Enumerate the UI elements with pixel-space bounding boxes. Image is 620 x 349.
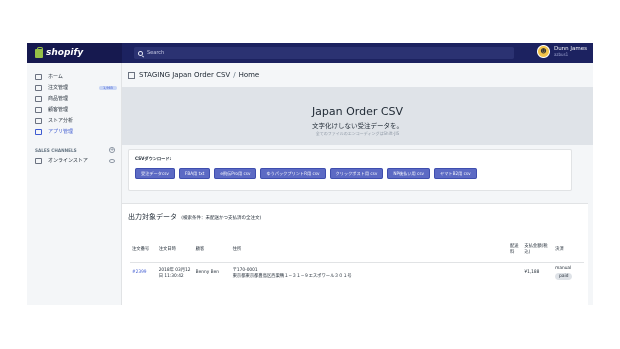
eye-icon[interactable] — [109, 158, 115, 163]
breadcrumb-current: Home — [238, 71, 260, 79]
avatar: ☻ — [536, 45, 550, 58]
orders-icon — [35, 84, 42, 91]
search-input[interactable]: Search — [134, 47, 514, 59]
csv-np-button[interactable]: NP後払い用 csv — [387, 168, 431, 179]
status-badge: paid — [555, 272, 573, 280]
sidebar-item-label: オンラインストア — [48, 158, 88, 164]
main-content: STAGING Japan Order CSV / Home Japan Ord… — [122, 63, 593, 305]
sales-channels-section: SALES CHANNELS + — [27, 145, 121, 155]
section-title: SALES CHANNELS — [35, 147, 77, 153]
page-title: Japan Order CSV — [311, 105, 404, 118]
csv-yupack-button[interactable]: ゆうパックプリントR用 csv — [260, 168, 326, 179]
sidebar-item-customers[interactable]: 顧客管理 — [27, 104, 121, 115]
sidebar-item-home[interactable]: ホーム — [27, 71, 121, 82]
home-icon — [35, 73, 42, 80]
app-header: Japan Order CSV 文字化けしない受注データを。 全てのファイルのエ… — [122, 87, 593, 145]
sidebar-item-label: 顧客管理 — [48, 107, 69, 113]
order-customer: Benny Ben — [195, 270, 219, 275]
col-amount: 支払金額(税込) — [522, 236, 554, 263]
add-channel-icon[interactable]: + — [109, 147, 115, 153]
chart-icon — [35, 117, 42, 124]
top-bar: shopify Search ☻ Dunn James azbus1 — [27, 43, 593, 63]
col-date: 注文日時 — [156, 236, 194, 263]
csv-clickpost-button[interactable]: クリックポスト用 csv — [329, 168, 384, 179]
app-grid-icon — [128, 71, 135, 79]
csv-ehiden-button[interactable]: e飛伝Pro用 csv — [214, 168, 257, 179]
order-amount: ¥1,188 — [524, 270, 540, 275]
app-window: shopify Search ☻ Dunn James azbus1 ホーム 注… — [27, 43, 593, 305]
apps-icon — [35, 128, 42, 135]
order-payment-cell: manual paid — [553, 262, 584, 283]
search-placeholder: Search — [147, 50, 165, 56]
col-payment: 決済 — [553, 236, 584, 263]
breadcrumb: STAGING Japan Order CSV / Home — [128, 71, 259, 79]
user-store: azbus1 — [553, 52, 569, 57]
encoding-note: 全てのファイルのエンコーディングはShift-JIS — [315, 131, 400, 136]
person-icon — [35, 106, 42, 113]
sidebar-item-label: ストア分析 — [48, 118, 74, 124]
shopify-bag-icon — [35, 46, 43, 58]
sidebar-item-label: 商品管理 — [48, 96, 69, 102]
col-customer: 顧客 — [193, 236, 231, 263]
orders-count-badge: 1,965 — [98, 85, 117, 90]
breadcrumb-separator: / — [233, 71, 236, 79]
sidebar: ホーム 注文管理 1,965 商品管理 顧客管理 ストア分析 アプリ管理 SAL… — [27, 63, 122, 305]
csv-download-card: CSVダウンロード: 受注データcsv FBA用 txt e飛伝Pro用 csv… — [128, 149, 572, 191]
tag-icon — [35, 95, 42, 102]
shopify-logo[interactable]: shopify — [27, 43, 122, 63]
col-shipping: 配送料 — [507, 236, 523, 263]
sidebar-item-analytics[interactable]: ストア分析 — [27, 115, 121, 126]
col-address: 住所 — [230, 236, 508, 263]
col-order: 注文番号 — [130, 236, 157, 263]
table-row: #2399 2018年 03月12日 11:30:42 Benny Ben 〒1… — [130, 262, 584, 283]
sidebar-item-label: 注文管理 — [48, 85, 69, 91]
page-subtitle: 文字化けしない受注データを。 — [312, 122, 403, 130]
orders-table: 注文番号 注文日時 顧客 住所 配送料 支払金額(税込) 決済 #2399 20… — [130, 236, 584, 283]
order-address: 東京都東京都豊島区西巣鴨１−３１−９エスポワール３０１号 — [232, 273, 352, 279]
csv-button-group: 受注データcsv FBA用 txt e飛伝Pro用 csv ゆうパックプリントR… — [135, 168, 565, 179]
orders-condition: (検索条件：未配送かつ支払済の全注文) — [181, 216, 262, 221]
csv-download-title: CSVダウンロード: — [135, 156, 172, 161]
sidebar-item-orders[interactable]: 注文管理 1,965 — [27, 82, 121, 93]
sidebar-item-products[interactable]: 商品管理 — [27, 93, 121, 104]
brand-name: shopify — [46, 48, 84, 58]
breadcrumb-app[interactable]: STAGING Japan Order CSV — [139, 71, 230, 79]
user-menu[interactable]: ☻ Dunn James azbus1 — [536, 45, 587, 58]
order-date: 2018年 03月12日 11:30:42 — [158, 267, 191, 279]
table-header-row: 注文番号 注文日時 顧客 住所 配送料 支払金額(税込) 決済 — [130, 236, 584, 263]
csv-yamato-button[interactable]: ヤマトB2用 csv — [434, 168, 477, 179]
order-link[interactable]: #2399 — [132, 270, 147, 275]
orders-title-text: 出力対象データ — [128, 213, 177, 221]
orders-title: 出力対象データ (検索条件：未配送かつ支払済の全注文) — [128, 212, 261, 222]
order-payment: manual — [555, 265, 572, 271]
sidebar-item-online-store[interactable]: オンラインストア — [27, 155, 121, 166]
sidebar-item-label: アプリ管理 — [48, 129, 74, 135]
csv-orders-button[interactable]: 受注データcsv — [135, 168, 175, 179]
sidebar-item-apps[interactable]: アプリ管理 — [27, 126, 121, 137]
sidebar-item-label: ホーム — [48, 74, 63, 80]
order-address-cell: 〒170-0001 東京都東京都豊島区西巣鴨１−３１−９エスポワール３０１号 — [231, 262, 508, 283]
order-shipping — [508, 262, 522, 283]
search-icon — [138, 50, 143, 56]
csv-fba-button[interactable]: FBA用 txt — [178, 168, 211, 179]
store-icon — [35, 157, 42, 164]
orders-panel: 出力対象データ (検索条件：未配送かつ支払済の全注文) 注文番号 注文日時 顧客… — [122, 203, 588, 305]
